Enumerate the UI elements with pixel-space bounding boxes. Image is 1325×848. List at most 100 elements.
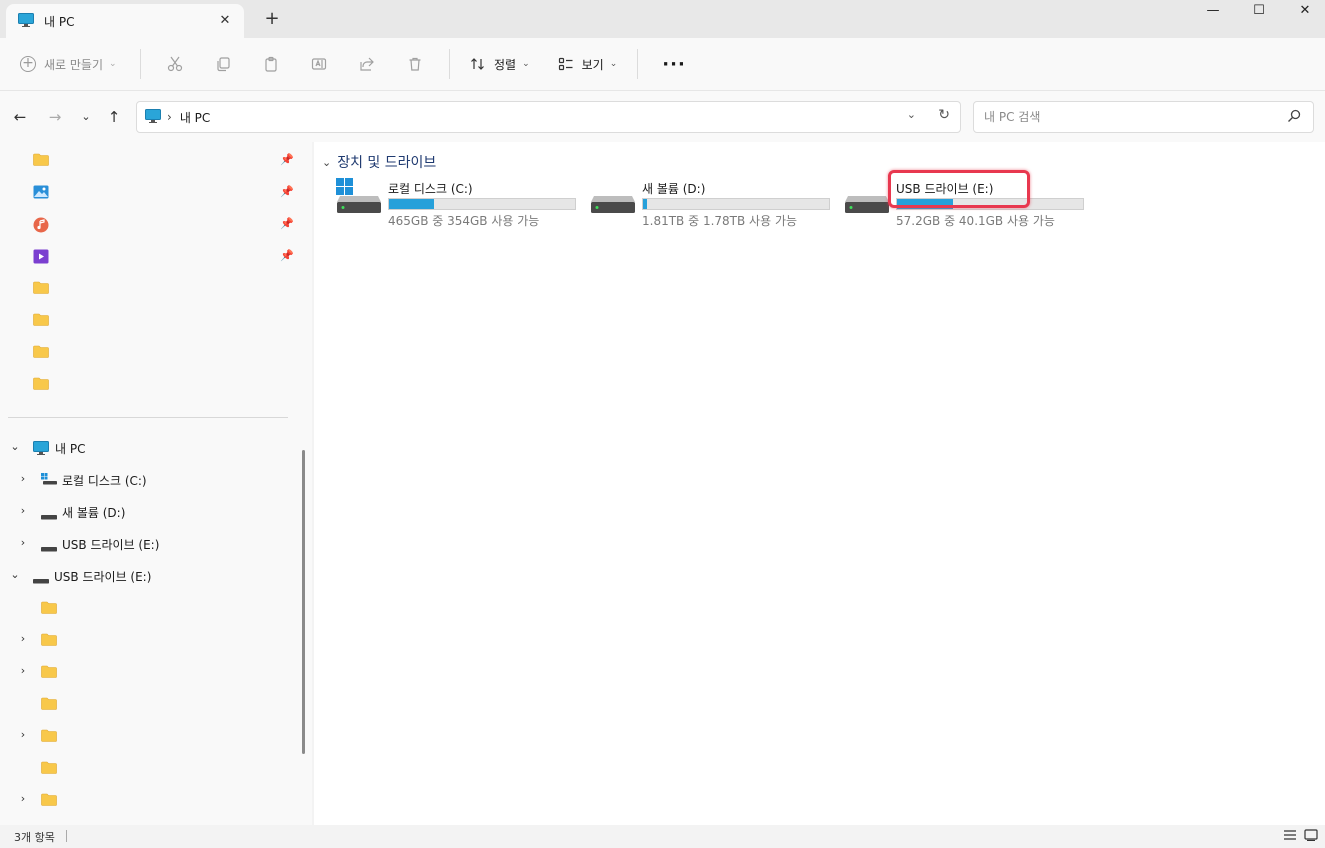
- drive-usage-bar: [642, 198, 830, 210]
- chevron-down-icon: ⌄: [109, 59, 117, 69]
- quick-access-item[interactable]: [0, 368, 300, 400]
- paste-button[interactable]: [247, 48, 295, 80]
- maximize-button[interactable]: ☐: [1236, 0, 1282, 22]
- tree-item-label: USB 드라이브 (E:): [54, 570, 152, 584]
- chevron-right-icon[interactable]: ›: [16, 632, 30, 645]
- tree-item-usb-drive-e-root[interactable]: ⌄ USB 드라이브 (E:): [0, 560, 300, 592]
- tab-this-pc[interactable]: 내 PC ✕: [6, 4, 244, 38]
- chevron-right-icon[interactable]: ›: [167, 110, 172, 124]
- back-button[interactable]: ←: [10, 107, 30, 127]
- pictures-icon: [33, 185, 49, 202]
- tree-item-label: 새 볼륨 (D:): [62, 506, 126, 520]
- chevron-right-icon[interactable]: ›: [16, 472, 30, 485]
- large-icons-view-icon[interactable]: [1304, 829, 1318, 844]
- sidebar-scrollbar[interactable]: [302, 450, 305, 754]
- quick-access-item[interactable]: 📌: [0, 144, 300, 176]
- copy-button[interactable]: [199, 48, 247, 80]
- pin-icon[interactable]: 📌: [280, 153, 294, 166]
- tree-item-folder[interactable]: ›: [0, 656, 300, 688]
- folder-icon: [33, 377, 49, 393]
- search-icon[interactable]: [1287, 109, 1301, 126]
- forward-button[interactable]: →: [45, 107, 65, 127]
- drive-name: 로컬 디스크 (C:): [388, 182, 473, 196]
- quick-access-item[interactable]: [0, 336, 300, 368]
- chevron-right-icon[interactable]: ›: [16, 728, 30, 741]
- folder-icon: [33, 313, 49, 329]
- refresh-icon[interactable]: ↻: [938, 107, 950, 123]
- folder-icon: [41, 697, 57, 713]
- search-input[interactable]: [974, 102, 1264, 132]
- folder-icon: [33, 345, 49, 361]
- close-window-button[interactable]: ✕: [1282, 0, 1325, 22]
- quick-access-item[interactable]: 📌: [0, 208, 300, 240]
- share-icon: [360, 57, 374, 71]
- tree-item-local-disk-c[interactable]: › 로컬 디스크 (C:): [0, 464, 300, 496]
- quick-access-item[interactable]: 📌: [0, 176, 300, 208]
- chevron-down-icon[interactable]: ⌄: [907, 108, 916, 121]
- scissors-icon: [167, 56, 183, 72]
- more-options-button[interactable]: ···: [648, 48, 700, 80]
- toolbar-divider: [449, 49, 450, 79]
- item-count: 3개 항목: [14, 831, 55, 844]
- breadcrumb-this-pc[interactable]: 내 PC: [180, 109, 210, 126]
- tree-item-folder[interactable]: ›: [0, 784, 300, 816]
- up-button[interactable]: ↑: [104, 107, 124, 127]
- navigation-pane: 📌 📌 📌 📌 ⌄ 내 PC › 로컬 디스크 (C:) › 새 볼륨 (D:): [0, 142, 312, 825]
- quick-access-item[interactable]: 📌: [0, 240, 300, 272]
- pin-icon[interactable]: 📌: [280, 249, 294, 262]
- recent-locations-button[interactable]: ⌄: [76, 107, 96, 127]
- tree-item-folder[interactable]: [0, 752, 300, 784]
- chevron-down-icon[interactable]: ⌄: [322, 156, 331, 169]
- drive-icon: [41, 509, 57, 523]
- tree-item-folder[interactable]: ›: [0, 624, 300, 656]
- monitor-icon: [145, 108, 161, 126]
- sort-icon: [471, 58, 484, 70]
- pin-icon[interactable]: 📌: [280, 185, 294, 198]
- command-bar: + 새로 만들기 ⌄ 정렬 ⌄ 보기 ⌄ ···: [0, 38, 1325, 90]
- drive-tile-d[interactable]: 새 볼륨 (D:) 1.81TB 중 1.78TB 사용 가능: [590, 178, 840, 234]
- drive-free-space: 465GB 중 354GB 사용 가능: [388, 214, 540, 228]
- view-label: 보기: [581, 57, 604, 72]
- search-box[interactable]: [973, 101, 1314, 133]
- new-button-label: 새로 만들기: [44, 57, 104, 72]
- chevron-right-icon[interactable]: ›: [16, 664, 30, 677]
- drive-free-space: 57.2GB 중 40.1GB 사용 가능: [896, 214, 1055, 228]
- minimize-button[interactable]: —: [1190, 0, 1236, 22]
- music-icon: [33, 217, 49, 236]
- quick-access-item[interactable]: [0, 304, 300, 336]
- status-bar: 3개 항목: [0, 825, 1325, 848]
- tree-item-folder[interactable]: [0, 688, 300, 720]
- toolbar-divider: [140, 49, 141, 79]
- tree-item-folder[interactable]: ›: [0, 720, 300, 752]
- drive-tile-c[interactable]: 로컬 디스크 (C:) 465GB 중 354GB 사용 가능: [336, 178, 586, 234]
- address-bar[interactable]: › 내 PC ⌄ ↻: [136, 101, 961, 133]
- delete-button[interactable]: [391, 48, 439, 80]
- quick-access-item[interactable]: [0, 272, 300, 304]
- folder-icon: [41, 729, 57, 745]
- windows-drive-icon: [336, 178, 382, 222]
- chevron-right-icon[interactable]: ›: [16, 504, 30, 517]
- drive-usage-fill: [389, 199, 434, 209]
- new-button[interactable]: + 새로 만들기 ⌄: [20, 48, 130, 80]
- monitor-icon: [18, 12, 34, 30]
- tree-item-this-pc[interactable]: ⌄ 내 PC: [0, 432, 300, 464]
- tab-title: 내 PC: [44, 14, 75, 29]
- pin-icon[interactable]: 📌: [280, 217, 294, 230]
- tree-item-folder[interactable]: [0, 592, 300, 624]
- tree-item-new-volume-d[interactable]: › 새 볼륨 (D:): [0, 496, 300, 528]
- tree-item-usb-drive-e[interactable]: › USB 드라이브 (E:): [0, 528, 300, 560]
- chevron-down-icon[interactable]: ⌄: [8, 568, 22, 581]
- view-button[interactable]: 보기 ⌄: [548, 48, 628, 80]
- rename-button[interactable]: [295, 48, 343, 80]
- share-button[interactable]: [343, 48, 391, 80]
- sort-button[interactable]: 정렬 ⌄: [460, 48, 540, 80]
- tab-close-icon[interactable]: ✕: [216, 12, 234, 30]
- new-tab-button[interactable]: +: [262, 9, 282, 29]
- cut-button[interactable]: [151, 48, 199, 80]
- chevron-right-icon[interactable]: ›: [16, 792, 30, 805]
- details-view-icon[interactable]: [1283, 829, 1297, 844]
- copy-icon: [217, 57, 230, 72]
- chevron-right-icon[interactable]: ›: [16, 536, 30, 549]
- group-header-devices[interactable]: ⌄ 장치 및 드라이브: [322, 152, 436, 172]
- chevron-down-icon[interactable]: ⌄: [8, 440, 22, 453]
